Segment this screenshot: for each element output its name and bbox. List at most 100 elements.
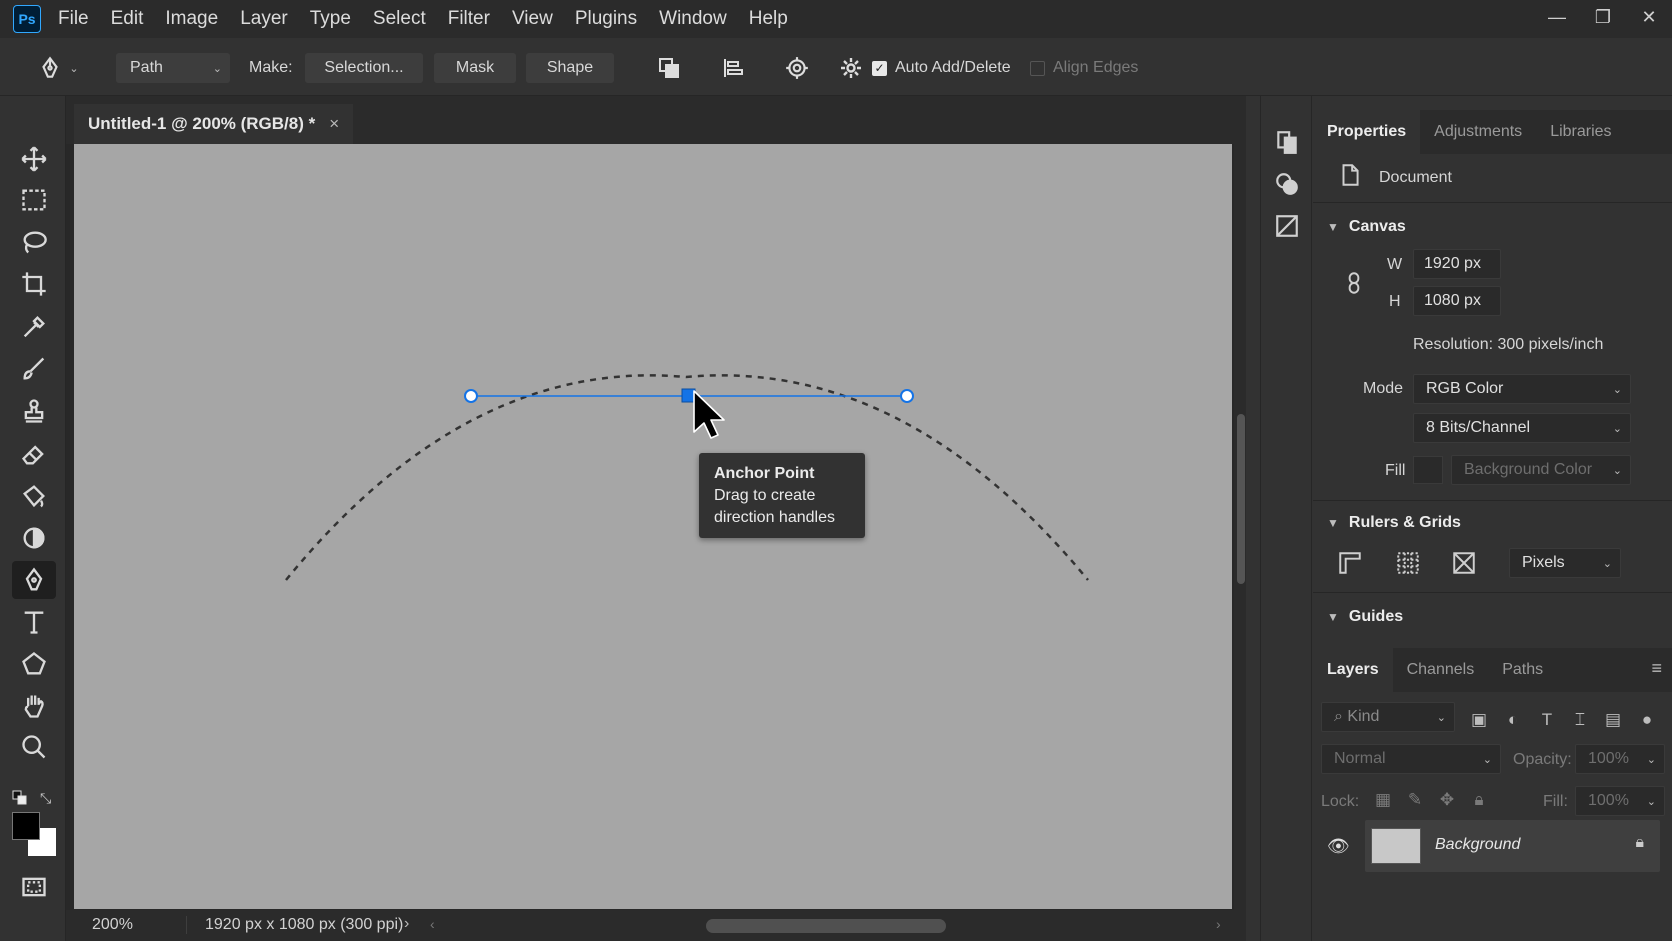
eraser-tool[interactable] <box>12 435 56 473</box>
vertical-scrollbar-thumb[interactable] <box>1237 414 1245 584</box>
brush-tool[interactable] <box>12 350 56 388</box>
filter-smart-object-icon[interactable]: ▤ <box>1601 708 1625 732</box>
menu-type[interactable]: Type <box>299 0 362 38</box>
filter-adjustment-icon[interactable]: ◐ <box>1501 708 1525 732</box>
canvas-width-field[interactable]: 1920 px <box>1413 249 1501 279</box>
pen-tool[interactable] <box>12 561 56 599</box>
path-arrangement-icon[interactable] <box>780 52 814 84</box>
eyedropper-tool[interactable] <box>12 308 56 346</box>
auto-add-delete-checkbox[interactable]: ✓ Auto Add/Delete <box>872 53 1011 83</box>
move-tool[interactable] <box>12 140 56 178</box>
lock-transparent-icon[interactable]: ▦ <box>1371 788 1395 812</box>
screen-mode-button[interactable] <box>12 868 56 906</box>
horizontal-scrollbar-thumb[interactable] <box>706 919 946 933</box>
foreground-color-swatch[interactable] <box>12 812 40 840</box>
lasso-tool[interactable] <box>12 223 56 261</box>
scroll-right-icon[interactable]: › <box>1216 916 1221 932</box>
tab-layers[interactable]: Layers <box>1313 648 1393 692</box>
paint-bucket-icon <box>23 485 45 508</box>
default-colors-icon[interactable] <box>12 790 28 806</box>
chevron-right-icon[interactable]: › <box>404 915 409 933</box>
fill-field[interactable]: 100% ⌄ <box>1575 786 1665 816</box>
menu-help[interactable]: Help <box>738 0 799 38</box>
tab-paths[interactable]: Paths <box>1488 648 1557 692</box>
crop-tool[interactable] <box>12 265 56 303</box>
canvas-height-field[interactable]: 1080 px <box>1413 286 1501 316</box>
make-mask-button[interactable]: Mask <box>434 53 516 83</box>
restore-icon[interactable]: ❐ <box>1580 0 1626 34</box>
clone-stamp-tool[interactable] <box>12 392 56 430</box>
canvas-section-header[interactable]: ▼ Canvas <box>1327 218 1406 236</box>
gear-icon[interactable] <box>834 52 868 84</box>
guides-icon[interactable] <box>1451 550 1477 580</box>
lock-all-icon[interactable]: 🔒︎ <box>1467 788 1491 812</box>
eraser-icon <box>21 445 44 465</box>
panel-menu-icon[interactable]: ≡ <box>1651 658 1662 679</box>
guides-section-header[interactable]: ▼ Guides <box>1327 608 1403 626</box>
zoom-level[interactable]: 200% <box>92 916 133 934</box>
ruler-units-select[interactable]: Pixels ⌄ <box>1509 548 1621 578</box>
menu-filter[interactable]: Filter <box>437 0 501 38</box>
align-edges-checkbox[interactable]: Align Edges <box>1030 53 1138 83</box>
filter-toggle-icon[interactable]: ● <box>1635 708 1659 732</box>
menu-window[interactable]: Window <box>648 0 738 38</box>
lock-image-icon[interactable]: ✎ <box>1403 788 1427 812</box>
swap-colors-icon[interactable]: ⤡ <box>40 790 58 806</box>
vertical-scrollbar[interactable] <box>1234 144 1246 910</box>
filter-pixel-icon[interactable]: ▣ <box>1467 708 1491 732</box>
color-mode-select[interactable]: RGB Color ⌄ <box>1413 374 1631 404</box>
pen-tool-icon <box>42 56 59 78</box>
history-panel-icon[interactable] <box>1271 126 1303 158</box>
eye-icon[interactable]: 👁︎ <box>1327 836 1350 857</box>
menu-plugins[interactable]: Plugins <box>564 0 648 38</box>
fill-color-swatch[interactable] <box>1413 456 1443 484</box>
minimize-icon[interactable]: — <box>1534 0 1580 34</box>
type-tool[interactable] <box>12 603 56 641</box>
layer-lock-icon[interactable]: 🔒︎ <box>1635 834 1644 852</box>
document-canvas[interactable]: Anchor Point Drag to create direction ha… <box>74 144 1232 909</box>
menu-view[interactable]: View <box>501 0 564 38</box>
tab-properties[interactable]: Properties <box>1313 110 1421 154</box>
menu-layer[interactable]: Layer <box>229 0 299 38</box>
opacity-field[interactable]: 100% ⌄ <box>1575 744 1665 774</box>
tab-adjustments[interactable]: Adjustments <box>1420 110 1536 154</box>
paint-bucket-tool[interactable] <box>12 477 56 515</box>
zoom-tool[interactable] <box>12 728 56 766</box>
bit-depth-select[interactable]: 8 Bits/Channel ⌄ <box>1413 413 1631 443</box>
grid-icon[interactable] <box>1395 550 1421 580</box>
tab-channels[interactable]: Channels <box>1393 648 1489 692</box>
menu-select[interactable]: Select <box>362 0 437 38</box>
options-bar: ⌄ Path ⌄ Make: Selection... Mask Shape ✓… <box>0 38 1672 96</box>
pen-mode-select[interactable]: Path ⌄ <box>116 53 230 83</box>
menu-image[interactable]: Image <box>154 0 229 38</box>
color-panel-icon[interactable] <box>1271 168 1303 200</box>
fill-select[interactable]: Background Color ⌄ <box>1451 455 1631 485</box>
make-selection-button[interactable]: Selection... <box>305 53 423 83</box>
make-shape-button[interactable]: Shape <box>526 53 614 83</box>
chevron-down-icon: ▼ <box>1327 220 1339 234</box>
filter-type-icon[interactable]: T <box>1535 708 1559 732</box>
hand-tool[interactable] <box>12 687 56 725</box>
dodge-tool[interactable] <box>12 519 56 557</box>
marquee-tool[interactable] <box>12 181 56 219</box>
shape-tool[interactable] <box>12 645 56 683</box>
menu-file[interactable]: File <box>47 0 100 38</box>
scroll-left-icon[interactable]: ‹ <box>430 916 435 932</box>
path-operations-icon[interactable] <box>652 52 686 84</box>
menu-edit[interactable]: Edit <box>100 0 155 38</box>
close-tab-icon[interactable]: × <box>329 114 339 134</box>
blend-mode-select[interactable]: Normal ⌄ <box>1321 744 1501 774</box>
adjustment-panel-icon[interactable] <box>1271 210 1303 242</box>
rulers-grids-section-header[interactable]: ▼ Rulers & Grids <box>1327 514 1461 532</box>
rulers-icon[interactable] <box>1337 550 1363 580</box>
filter-shape-icon[interactable]: ⌶ <box>1568 708 1592 732</box>
close-window-icon[interactable]: ✕ <box>1626 0 1672 34</box>
lock-position-icon[interactable]: ✥ <box>1435 788 1459 812</box>
tab-libraries[interactable]: Libraries <box>1536 110 1625 154</box>
tool-preset-picker[interactable]: ⌄ <box>32 52 84 84</box>
link-icon[interactable] <box>1341 270 1367 300</box>
path-alignment-icon[interactable] <box>716 52 750 84</box>
layer-filter-select[interactable]: ⌕ Kind ⌄ <box>1321 702 1455 732</box>
document-tab[interactable]: Untitled-1 @ 200% (RGB/8) * × <box>74 104 354 144</box>
layer-row-background[interactable]: Background 🔒︎ <box>1365 820 1660 872</box>
